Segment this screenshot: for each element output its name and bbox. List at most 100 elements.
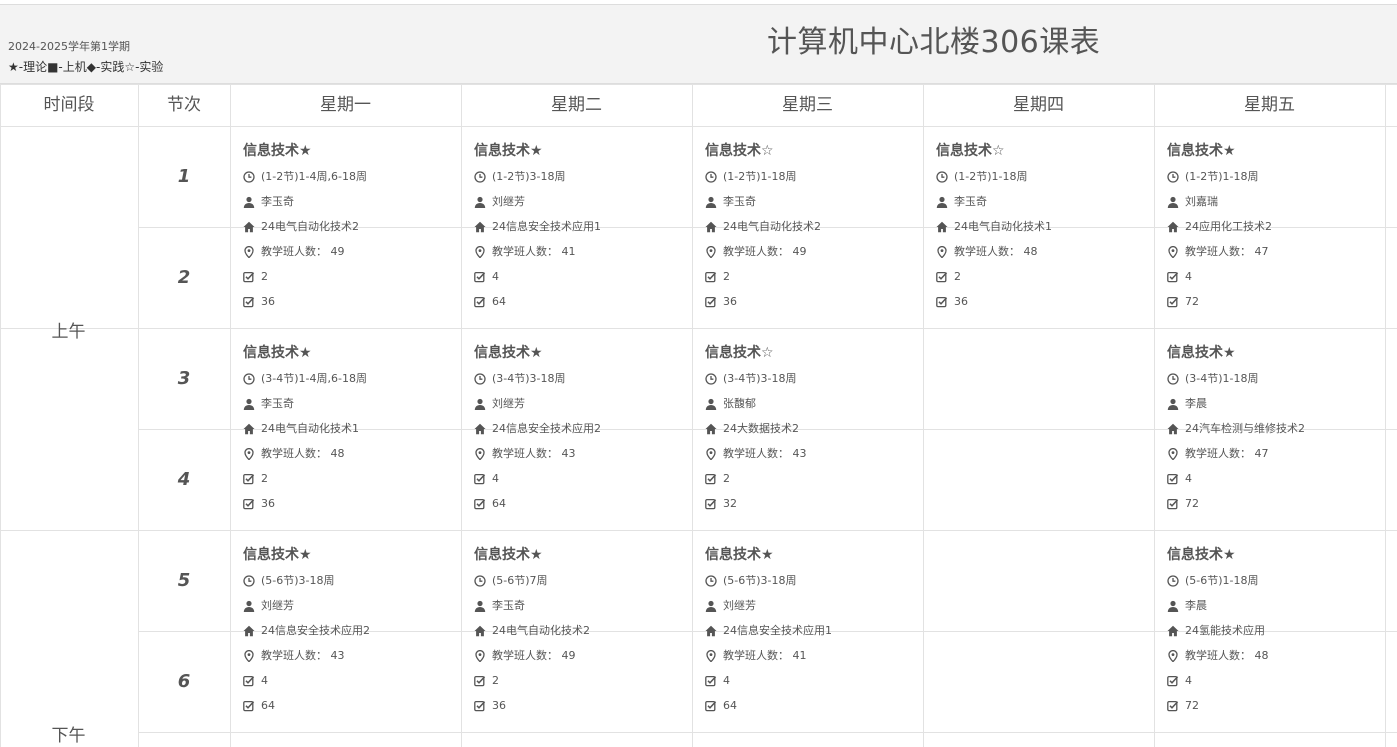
course-card[interactable]: 信息技术★ (5-6节)7周 李玉奇 24电气自动化技术2 教学班人数： 49 2 36: [474, 543, 689, 718]
course-credit-row: 2: [936, 264, 1151, 289]
course-card[interactable]: 信息技术☆ (3-4节)3-18周 张馥郁 24大数据技术2 教学班人数： 43 2 32: [705, 341, 920, 516]
course-hours-row: 64: [474, 491, 689, 516]
course-class-size-row: 教学班人数： 43: [474, 441, 689, 466]
course-teacher-row: 刘继芳: [705, 593, 920, 618]
course-hours-row: 72: [1167, 491, 1382, 516]
course-card[interactable]: 信息技术★ (3-4节)3-18周 刘继芳 24信息安全技术应用2 教学班人数： 43 4…: [474, 341, 689, 516]
course-teacher-row: 李玉奇: [705, 189, 920, 214]
location-icon: [243, 649, 257, 663]
course-class-size-row: 教学班人数： 49: [243, 239, 458, 264]
course-hours: 36: [261, 497, 275, 510]
slot-number: 2: [177, 267, 191, 288]
course-name: 信息技术★: [1167, 345, 1236, 361]
course-time-row: (3-4节)1-18周: [1167, 366, 1382, 391]
course-time-row: (5-6节)1-18周: [1167, 568, 1382, 593]
location-icon: [243, 245, 257, 259]
course-card[interactable]: 信息技术★ (1-2节)3-18周 刘继芳 24信息安全技术应用1 教学班人数： 41 4…: [474, 139, 689, 314]
course-card[interactable]: 信息技术★ (1-2节)1-4周,6-18周 李玉奇 24电气自动化技术2 教学班人数：…: [243, 139, 458, 314]
course-class: 24氢能技术应用: [1185, 624, 1265, 637]
location-icon: [474, 649, 488, 663]
course-card[interactable]: 信息技术☆ (1-2节)1-18周 李玉奇 24电气自动化技术2 教学班人数： 49 2 3…: [705, 139, 920, 314]
course-name: 信息技术☆: [936, 143, 1005, 159]
clock-icon: [243, 170, 257, 184]
column-header-slot: 节次: [167, 95, 201, 115]
check-square-icon: [243, 674, 257, 688]
home-icon: [1167, 624, 1181, 638]
course-class-size: 教学班人数： 48: [1185, 649, 1269, 662]
course-class-row: 24信息安全技术应用2: [474, 416, 689, 441]
course-hours: 64: [261, 699, 275, 712]
course-hours-row: 72: [1167, 289, 1382, 314]
check-square-icon: [1167, 497, 1181, 511]
course-name: 信息技术★: [474, 547, 543, 563]
period-afternoon: 下午: [51, 726, 86, 746]
course-class: 24信息安全技术应用2: [492, 422, 601, 435]
course-hours-row: 36: [243, 289, 458, 314]
course-class-size-row: 教学班人数： 48: [936, 239, 1151, 264]
course-class-size: 教学班人数： 47: [1185, 245, 1269, 258]
course-class-size: 教学班人数： 49: [723, 245, 807, 258]
course-time-row: (1-2节)3-18周: [474, 164, 689, 189]
course-class: 24电气自动化技术2: [723, 220, 821, 233]
user-icon: [1167, 599, 1181, 613]
course-class-size-row: 教学班人数： 47: [1167, 441, 1382, 466]
course-class: 24电气自动化技术2: [261, 220, 359, 233]
course-time: (5-6节)3-18周: [261, 574, 335, 587]
course-hours: 36: [954, 295, 968, 308]
course-card[interactable]: 信息技术★ (3-4节)1-18周 李晨 24汽车检测与维修技术2 教学班人数： 47 4…: [1167, 341, 1382, 516]
course-credit: 4: [492, 270, 499, 283]
home-icon: [474, 624, 488, 638]
course-teacher-row: 刘继芳: [474, 391, 689, 416]
course-class-size: 教学班人数： 47: [1185, 447, 1269, 460]
course-card[interactable]: 信息技术★ (5-6节)3-18周 刘继芳 24信息安全技术应用1 教学班人数： 41 4…: [705, 543, 920, 718]
course-time: (1-2节)1-18周: [1185, 170, 1259, 183]
course-card[interactable]: 信息技术★ (5-6节)1-18周 李晨 24氢能技术应用 教学班人数： 48 4 72: [1167, 543, 1382, 718]
course-card[interactable]: 信息技术★ (3-4节)1-4周,6-18周 李玉奇 24电气自动化技术1 教学班人数：…: [243, 341, 458, 516]
check-square-icon: [243, 472, 257, 486]
check-square-icon: [705, 472, 719, 486]
location-icon: [705, 447, 719, 461]
course-time: (3-4节)1-18周: [1185, 372, 1259, 385]
course-hours: 64: [492, 295, 506, 308]
course-class-row: 24大数据技术2: [705, 416, 920, 441]
course-teacher-row: 李玉奇: [243, 189, 458, 214]
course-teacher-row: 李玉奇: [243, 391, 458, 416]
check-square-icon: [936, 270, 950, 284]
clock-icon: [705, 170, 719, 184]
course-hours-row: 64: [474, 289, 689, 314]
course-class-size: 教学班人数： 49: [492, 649, 576, 662]
check-square-icon: [243, 497, 257, 511]
course-class: 24电气自动化技术2: [492, 624, 590, 637]
course-card[interactable]: 信息技术★ (5-6节)3-18周 刘继芳 24信息安全技术应用2 教学班人数： 43 4…: [243, 543, 458, 718]
course-teacher: 李玉奇: [261, 397, 294, 410]
check-square-icon: [243, 699, 257, 713]
course-class-size-row: 教学班人数： 48: [243, 441, 458, 466]
location-icon: [243, 447, 257, 461]
course-credit-row: 4: [243, 668, 458, 693]
clock-icon: [1167, 574, 1181, 588]
course-class-size: 教学班人数： 43: [723, 447, 807, 460]
slot-number: 3: [177, 368, 191, 389]
course-class: 24信息安全技术应用1: [492, 220, 601, 233]
course-name: 信息技术☆: [705, 345, 774, 361]
course-credit: 2: [723, 270, 730, 283]
course-class-row: 24信息安全技术应用1: [705, 618, 920, 643]
course-credit-row: 4: [474, 466, 689, 491]
course-class-size-row: 教学班人数： 43: [705, 441, 920, 466]
clock-icon: [474, 170, 488, 184]
course-time: (1-2节)3-18周: [492, 170, 566, 183]
home-icon: [474, 422, 488, 436]
course-card[interactable]: 信息技术★ (1-2节)1-18周 刘嘉瑞 24应用化工技术2 教学班人数： 47 4 72: [1167, 139, 1382, 314]
course-time-row: (5-6节)3-18周: [243, 568, 458, 593]
course-time: (3-4节)3-18周: [723, 372, 797, 385]
location-icon: [1167, 649, 1181, 663]
course-credit-row: 4: [705, 668, 920, 693]
course-class: 24汽车检测与维修技术2: [1185, 422, 1305, 435]
check-square-icon: [1167, 674, 1181, 688]
user-icon: [936, 195, 950, 209]
course-class-size-row: 教学班人数： 43: [243, 643, 458, 668]
course-card[interactable]: 信息技术☆ (1-2节)1-18周 李玉奇 24电气自动化技术1 教学班人数： 48 2 3…: [936, 139, 1151, 314]
slot-number: 4: [177, 469, 191, 490]
course-credit-row: 2: [474, 668, 689, 693]
slot-number: 6: [177, 671, 191, 692]
